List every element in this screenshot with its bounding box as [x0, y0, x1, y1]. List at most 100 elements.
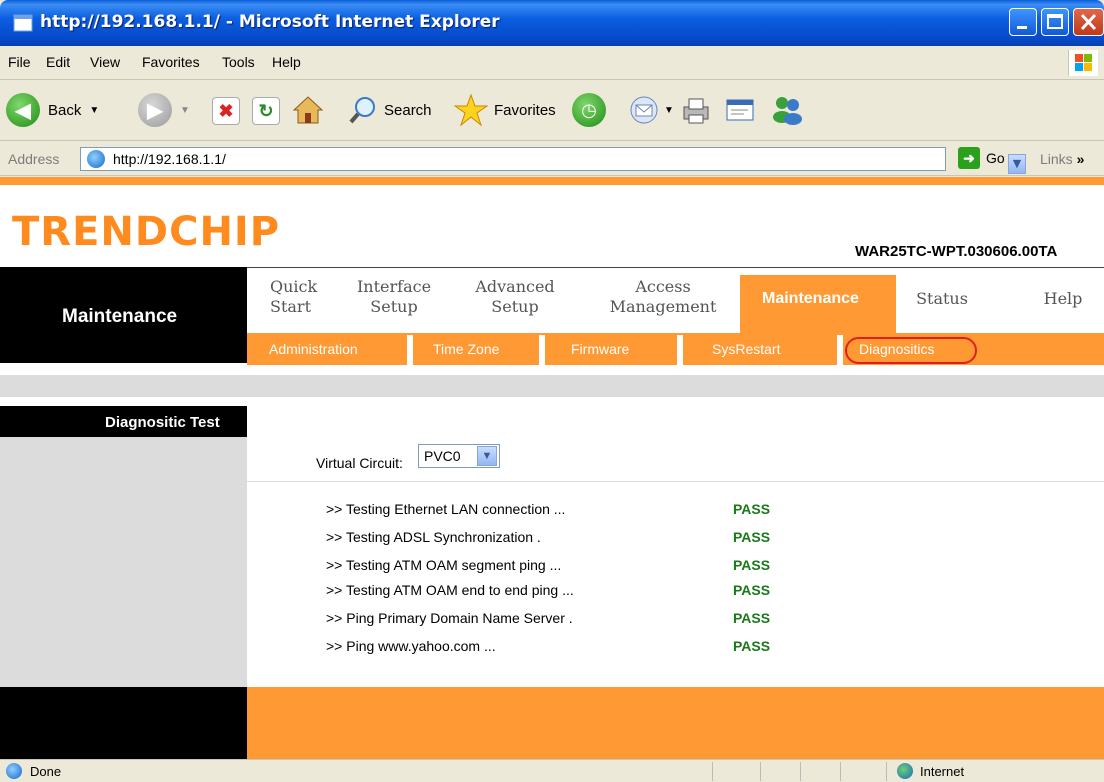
virtual-circuit-select[interactable]: PVC0 ▼	[418, 444, 500, 468]
windows-flag-icon	[1068, 50, 1098, 76]
test-result: PASS	[733, 610, 771, 626]
forward-button[interactable]: ▶ ▼	[138, 93, 190, 127]
edit-button[interactable]	[724, 95, 756, 125]
subnav-separator	[539, 335, 545, 365]
refresh-button[interactable]: ↻	[252, 97, 280, 125]
back-arrow-icon: ◀	[6, 93, 40, 127]
nav-status-label: Status	[916, 289, 968, 308]
page-content: TRENDCHIP WAR25TC-WPT.030606.00TA Mainte…	[0, 177, 1104, 759]
menu-help[interactable]: Help	[272, 54, 301, 70]
search-icon	[349, 97, 375, 124]
status-divider	[886, 762, 887, 781]
menu-favorites[interactable]: Favorites	[142, 54, 200, 70]
nav-quick-start[interactable]: Quick Start	[270, 277, 318, 317]
nav-access-management-line1: Access	[635, 277, 691, 296]
menu-tools[interactable]: Tools	[222, 54, 255, 70]
nav-advanced-setup[interactable]: Advanced Setup	[470, 277, 560, 317]
close-button[interactable]	[1073, 8, 1104, 36]
nav-divider	[247, 267, 1104, 268]
maximize-icon	[1047, 14, 1063, 29]
toolbar: ◀ Back ▼ ▶ ▼ ✖ ↻ Search Favorites ◷ ▼	[0, 81, 1104, 141]
status-divider	[800, 762, 801, 781]
links-button[interactable]: Links »	[1040, 151, 1084, 167]
virtual-circuit-label: Virtual Circuit:	[316, 455, 403, 471]
stop-icon: ✖	[212, 97, 240, 125]
forward-arrow-icon: ▶	[138, 93, 172, 127]
print-icon	[683, 98, 709, 124]
home-icon	[292, 95, 324, 125]
address-input[interactable]: http://192.168.1.1/ ▼	[80, 147, 1026, 174]
stop-button[interactable]: ✖	[212, 97, 240, 125]
minimize-button[interactable]	[1009, 8, 1037, 36]
messenger-button[interactable]	[770, 93, 804, 125]
test-result: PASS	[733, 529, 771, 545]
nav-help-label: Help	[1043, 289, 1083, 308]
nav-help[interactable]: Help	[1038, 289, 1088, 309]
mail-icon	[630, 96, 658, 124]
nav-access-management[interactable]: Access Management	[600, 277, 726, 317]
test-result: PASS	[733, 638, 771, 654]
search-button[interactable]: Search	[348, 95, 432, 125]
maximize-button[interactable]	[1041, 8, 1069, 36]
test-result: PASS	[733, 557, 771, 573]
search-label: Search	[384, 101, 432, 119]
side-title: Diagnositic Test	[105, 414, 220, 431]
history-button[interactable]: ◷	[572, 93, 606, 127]
nav-status[interactable]: Status	[912, 289, 972, 309]
go-button[interactable]: ➜ Go	[958, 147, 1005, 169]
top-accent-bar	[0, 177, 1104, 185]
home-button[interactable]	[292, 95, 324, 125]
menu-edit[interactable]: Edit	[46, 54, 70, 70]
subnav-sysrestart[interactable]: SysRestart	[712, 341, 780, 357]
nav-quick-start-line1: Quick	[270, 277, 318, 296]
subnav-time-zone[interactable]: Time Zone	[433, 341, 499, 357]
edit-icon	[726, 99, 754, 121]
print-button[interactable]	[680, 95, 712, 125]
status-divider	[840, 762, 841, 781]
address-label: Address	[8, 151, 60, 167]
links-label: Links	[1040, 151, 1073, 167]
address-dropdown-button[interactable]: ▼	[1008, 154, 1026, 174]
address-bar: Address http://192.168.1.1/ ▼ ➜ Go Links…	[0, 142, 1104, 176]
menu-view[interactable]: View	[90, 54, 120, 70]
chevron-right-icon: »	[1076, 151, 1085, 167]
browser-window: http://192.168.1.1/ - Microsoft Internet…	[0, 0, 1104, 782]
page-icon	[87, 150, 105, 168]
footer-left-block	[0, 687, 247, 759]
status-divider	[760, 762, 761, 781]
status-divider	[712, 762, 713, 781]
subnav-administration[interactable]: Administration	[269, 341, 358, 357]
page-done-icon	[6, 763, 22, 779]
title-bar[interactable]: http://192.168.1.1/ - Microsoft Internet…	[0, 0, 1104, 46]
menu-bar: File Edit View Favorites Tools Help	[0, 46, 1104, 80]
close-icon	[1080, 13, 1097, 31]
brand-logo: TRENDCHIP	[12, 209, 281, 255]
history-icon: ◷	[572, 93, 606, 127]
menu-file[interactable]: File	[8, 54, 31, 70]
security-zone: Internet	[920, 764, 965, 779]
subnav-firmware[interactable]: Firmware	[571, 341, 629, 357]
status-text: Done	[30, 764, 62, 779]
test-label: >> Testing ATM OAM end to end ping ...	[326, 582, 574, 598]
internet-zone-icon	[897, 763, 913, 779]
mail-button[interactable]: ▼	[628, 95, 674, 125]
subnav-separator	[407, 335, 413, 365]
subnav-separator	[837, 335, 843, 365]
forward-dropdown-icon: ▼	[180, 104, 190, 116]
back-label: Back	[48, 101, 82, 119]
mail-dropdown-icon: ▼	[664, 104, 674, 116]
window-title: http://192.168.1.1/ - Microsoft Internet…	[40, 12, 500, 32]
back-button[interactable]: ◀ Back ▼	[6, 93, 99, 127]
nav-interface-setup[interactable]: Interface Setup	[355, 277, 433, 317]
back-dropdown-icon: ▼	[89, 104, 100, 116]
go-label: Go	[986, 150, 1005, 166]
content-top-bar	[0, 375, 1104, 397]
favorites-button[interactable]: Favorites	[454, 93, 556, 127]
nav-maintenance-label: Maintenance	[762, 290, 859, 307]
test-result: PASS	[733, 501, 771, 517]
test-label: >> Testing ADSL Synchronization .	[326, 529, 541, 545]
ie-icon	[13, 14, 33, 32]
test-label: >> Testing Ethernet LAN connection ...	[326, 501, 566, 517]
highlight-circle	[845, 337, 977, 364]
subnav-separator	[677, 335, 683, 365]
